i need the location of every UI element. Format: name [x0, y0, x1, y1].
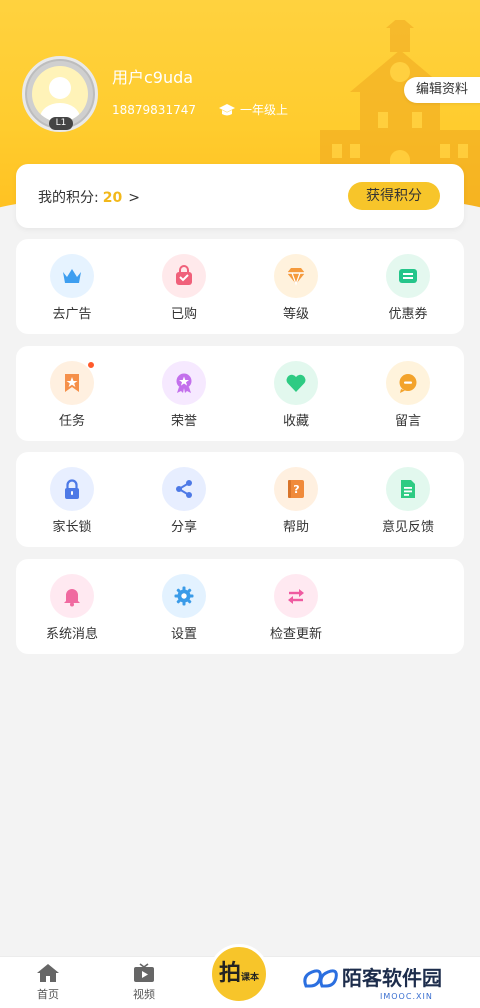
menu-section-4: 系统消息 设置 检查更新	[16, 559, 464, 654]
heart-icon	[286, 374, 306, 392]
points-label: 我的积分:	[38, 190, 99, 206]
watermark-logo: 陌客软件园 IMOOC.XIN	[300, 962, 475, 1006]
menu-item-settings[interactable]: 设置	[128, 574, 240, 642]
menu-item-check-update[interactable]: 检查更新	[240, 574, 352, 642]
tab-video-label: 视频	[133, 988, 155, 1001]
coupon-icon	[399, 269, 417, 283]
watermark-icon	[303, 969, 338, 988]
menu-item-label: 设置	[170, 627, 197, 642]
menu-item-messages[interactable]: 留言	[352, 361, 464, 429]
menu-item-help[interactable]: ? 帮助	[240, 467, 352, 535]
tab-home-label: 首页	[37, 988, 59, 1001]
points-value: 20	[102, 190, 123, 206]
bag-icon	[176, 265, 192, 285]
bell-icon	[64, 589, 80, 607]
edit-profile-button[interactable]: 编辑资料	[404, 77, 480, 103]
menu-item-favorites[interactable]: 收藏	[240, 361, 352, 429]
menu-item-honors[interactable]: 荣誉	[128, 361, 240, 429]
menu-item-label: 系统消息	[45, 627, 98, 642]
watermark-subtext: IMOOC.XIN	[380, 992, 433, 1001]
username: 用户c9uda	[112, 68, 194, 87]
menu-section-1: 去广告 已购 等级 优惠券	[16, 239, 464, 334]
graduation-cap-icon	[219, 103, 235, 115]
phone-number: 18879831747	[112, 103, 196, 117]
grade-info: 一年级上	[218, 101, 288, 118]
menu-item-label: 优惠券	[388, 307, 428, 322]
avatar-image	[32, 66, 88, 122]
menu-item-label: 意见反馈	[381, 520, 434, 535]
crown-icon	[63, 269, 81, 283]
menu-item-level[interactable]: 等级	[240, 254, 352, 322]
lock-icon	[65, 479, 79, 499]
menu-section-3: 家长锁 分享 ? 帮助 意见反馈	[16, 452, 464, 547]
user-silhouette-icon	[40, 77, 80, 122]
menu-item-coupons[interactable]: 优惠券	[352, 254, 464, 322]
menu-item-label: 分享	[170, 520, 197, 535]
notification-dot	[87, 361, 95, 369]
menu-item-label: 荣誉	[170, 414, 197, 429]
message-icon	[399, 374, 417, 393]
menu-item-label: 收藏	[282, 414, 309, 429]
menu-item-label: 已购	[170, 307, 197, 322]
chevron-right-icon: >	[128, 190, 140, 206]
menu-item-feedback[interactable]: 意见反馈	[352, 467, 464, 535]
menu-item-share[interactable]: 分享	[128, 467, 240, 535]
menu-item-remove-ads[interactable]: 去广告	[16, 254, 128, 322]
menu-item-purchased[interactable]: 已购	[128, 254, 240, 322]
level-badge: L1	[49, 117, 73, 130]
home-icon	[37, 964, 59, 982]
menu-section-2: 任务 荣誉 收藏 留言	[16, 346, 464, 441]
menu-item-label: 检查更新	[269, 627, 322, 642]
feedback-icon	[401, 480, 415, 498]
photo-textbook-button[interactable]: 拍课本	[209, 944, 269, 1004]
menu-item-system-messages[interactable]: 系统消息	[16, 574, 128, 642]
menu-item-label: 等级	[282, 307, 309, 322]
share-icon	[176, 480, 192, 498]
medal-icon	[176, 373, 192, 393]
help-icon: ?	[288, 480, 304, 498]
center-button-sub: 课本	[241, 973, 260, 983]
points-card: 我的积分: 20 > 获得积分	[16, 164, 464, 228]
watermark-text: 陌客软件园	[342, 966, 442, 990]
menu-item-label: 家长锁	[52, 520, 92, 535]
avatar[interactable]: L1	[22, 56, 98, 132]
diamond-icon	[287, 268, 305, 286]
menu-item-label: 留言	[394, 414, 421, 429]
grade-label: 一年级上	[240, 103, 289, 117]
gear-icon	[174, 586, 194, 606]
center-button-main: 拍	[218, 961, 241, 986]
refresh-icon	[288, 589, 304, 604]
menu-item-tasks[interactable]: 任务	[16, 361, 128, 429]
earn-points-button[interactable]: 获得积分	[348, 182, 440, 210]
tab-video[interactable]: 视频	[114, 963, 174, 1002]
menu-item-label: 去广告	[52, 307, 92, 322]
points-row[interactable]: 我的积分: 20 >	[38, 187, 140, 207]
tv-icon	[134, 963, 154, 982]
menu-item-label: 任务	[58, 414, 85, 429]
svg-text:?: ?	[293, 483, 299, 496]
tab-home[interactable]: 首页	[18, 963, 78, 1002]
menu-item-parental-lock[interactable]: 家长锁	[16, 467, 128, 535]
menu-item-label: 帮助	[282, 520, 309, 535]
task-icon	[65, 374, 79, 392]
